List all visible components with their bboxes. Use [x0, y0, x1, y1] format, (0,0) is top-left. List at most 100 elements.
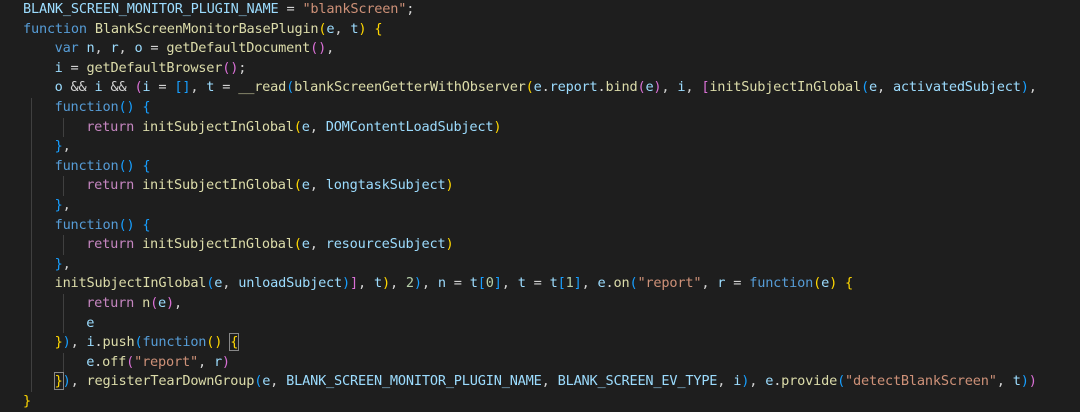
code-token: ()	[222, 59, 239, 76]
code-token: ]	[573, 275, 582, 292]
code-token: (	[126, 353, 135, 370]
code-token: "blankScreen"	[302, 1, 407, 17]
code-line[interactable]: initSubjectInGlobal(e, unloadSubject)], …	[0, 274, 1080, 294]
code-token: return	[86, 177, 135, 194]
code-token: resourceSubject	[325, 236, 446, 253]
code-token: "detectBlankScreen"	[845, 373, 997, 390]
code-token: (	[525, 79, 534, 96]
code-token: ()	[206, 334, 223, 351]
code-token: ,	[717, 373, 734, 390]
code-line[interactable]: return initSubjectInGlobal(e, DOMContent…	[0, 117, 1080, 138]
code-token: ,	[118, 40, 135, 57]
code-token: ,	[501, 275, 518, 292]
code-line[interactable]: function() {	[0, 97, 1080, 118]
code-token: ,	[661, 79, 678, 96]
code-token: DOMContentLoadSubject	[325, 118, 494, 135]
code-token: ,	[197, 353, 214, 370]
code-token: function	[54, 216, 119, 233]
code-token: ,	[996, 373, 1013, 390]
code-token: initSubjectInGlobal	[142, 236, 294, 253]
code-token: ,	[94, 40, 111, 57]
code-line[interactable]: }), i.push(function() {	[0, 333, 1080, 353]
code-token: push	[102, 334, 135, 351]
code-line[interactable]: e.off("report", r)	[0, 352, 1080, 373]
code-token: t	[469, 275, 478, 292]
indent-guide	[31, 176, 32, 196]
code-line[interactable]: e	[0, 313, 1080, 334]
code-token: ,	[749, 373, 766, 390]
code-token: e	[86, 314, 95, 331]
code-token: function	[749, 275, 814, 292]
code-token: [	[557, 275, 566, 292]
code-token: t	[549, 275, 558, 292]
code-token: e	[262, 373, 271, 390]
indent-guide	[31, 195, 32, 216]
code-token: initSubjectInGlobal	[142, 118, 294, 135]
code-token: ()	[118, 157, 135, 174]
indent-guide	[31, 97, 32, 118]
code-token: .	[605, 275, 614, 292]
code-token: {	[142, 216, 151, 233]
code-token: ,	[309, 236, 326, 253]
code-token: }	[23, 392, 31, 409]
code-token: initSubjectInGlobal	[142, 177, 294, 194]
code-token: r	[213, 353, 222, 370]
indent-guide	[31, 235, 32, 255]
indent-guide	[62, 293, 64, 314]
code-token: ()	[118, 98, 135, 115]
code-token: ,	[70, 334, 87, 351]
code-token: ,	[62, 255, 71, 272]
code-token: ,	[581, 275, 598, 292]
code-token: =	[150, 79, 175, 96]
indent-guide	[31, 352, 32, 373]
code-token: ,	[62, 196, 71, 213]
code-line[interactable]: function() {	[0, 215, 1080, 236]
code-line[interactable]: },	[0, 195, 1080, 216]
code-token: ,	[326, 40, 335, 57]
code-token: ()	[118, 216, 135, 233]
code-token: )	[1020, 373, 1029, 390]
code-token: (	[293, 177, 302, 194]
code-token: on	[613, 275, 630, 292]
code-token: [	[477, 275, 486, 292]
indent-guide	[31, 372, 32, 392]
code-token: )	[1028, 373, 1037, 390]
code-token: )	[1020, 79, 1029, 96]
code-token: 1	[565, 275, 574, 292]
code-token: )	[829, 275, 838, 292]
code-line[interactable]: function() {	[0, 156, 1080, 177]
code-line[interactable]: return initSubjectInGlobal(e, resourceSu…	[0, 235, 1080, 255]
code-token: &&	[102, 79, 135, 96]
code-token: i	[94, 79, 103, 96]
code-line[interactable]: return initSubjectInGlobal(e, longtaskSu…	[0, 176, 1080, 196]
code-token: ,	[701, 275, 718, 292]
code-token: function	[23, 20, 87, 37]
code-token: unloadSubject	[238, 275, 343, 292]
indent-guide	[62, 352, 64, 373]
code-token: initSubjectInGlobal	[54, 275, 207, 292]
code-line[interactable]: BLANK_SCREEN_MONITOR_PLUGIN_NAME = "blan…	[0, 0, 1080, 20]
code-line[interactable]: }	[0, 392, 1080, 412]
code-token: n	[142, 294, 151, 311]
code-line[interactable]: return n(e),	[0, 293, 1080, 314]
code-line[interactable]: }), registerTearDownGroup(e, BLANK_SCREE…	[0, 372, 1080, 392]
code-editor[interactable]: BLANK_SCREEN_MONITOR_PLUGIN_NAME = "blan…	[0, 0, 1080, 412]
code-token: ,	[70, 373, 87, 390]
code-line[interactable]: o && i && (i = [], t = __read(blankScree…	[0, 78, 1080, 98]
code-token: blankScreenGetterWithObserver	[294, 79, 526, 96]
code-token: function	[142, 334, 207, 351]
code-line[interactable]: },	[0, 137, 1080, 157]
indent-guide	[31, 333, 32, 353]
code-token: return	[86, 294, 135, 311]
code-line[interactable]: i = getDefaultBrowser();	[0, 59, 1080, 79]
code-line[interactable]: var n, r, o = getDefaultDocument(),	[0, 39, 1080, 59]
code-token: }	[54, 138, 63, 155]
code-line[interactable]: },	[0, 254, 1080, 275]
code-token: BlankScreenMonitorBasePlugin	[94, 20, 319, 37]
code-token: var	[54, 40, 79, 57]
code-token: "report"	[134, 353, 198, 370]
code-token: ,	[876, 79, 893, 96]
code-line[interactable]: function BlankScreenMonitorBasePlugin(e,…	[0, 20, 1080, 40]
